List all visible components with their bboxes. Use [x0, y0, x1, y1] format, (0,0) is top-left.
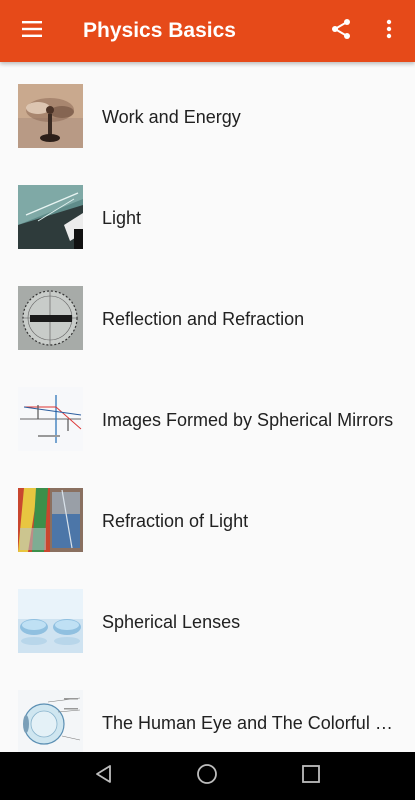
- list-item[interactable]: Light: [0, 163, 415, 264]
- menu-button[interactable]: [6, 0, 58, 62]
- list-item[interactable]: Reflection and Refraction: [0, 264, 415, 365]
- glass-water-thumbnail: [18, 488, 83, 552]
- protractor-block-thumbnail: [18, 286, 83, 350]
- menu-icon: [20, 17, 44, 46]
- item-label: The Human Eye and The Colorful World: [102, 713, 402, 733]
- screen: Physics Basics Work and Energy Light Ref…: [0, 0, 415, 800]
- home-icon: [195, 762, 219, 791]
- item-label: Spherical Lenses: [102, 612, 241, 632]
- list-item[interactable]: Refraction of Light: [0, 466, 415, 567]
- back-icon: [93, 763, 115, 790]
- recents-button[interactable]: [281, 752, 341, 800]
- ray-diagram-thumbnail: [18, 387, 83, 451]
- item-label: Reflection and Refraction: [102, 309, 305, 329]
- list-item[interactable]: Spherical Lenses: [0, 567, 415, 668]
- app-bar: Physics Basics: [0, 0, 415, 62]
- fan-thumbnail: [18, 84, 83, 148]
- item-label: Work and Energy: [102, 107, 241, 127]
- contact-lenses-thumbnail: [18, 589, 83, 653]
- glass-slab-light-thumbnail: [18, 185, 83, 249]
- recents-icon: [300, 763, 322, 790]
- more-vert-icon: [377, 17, 401, 46]
- topic-list: Work and Energy Light Reflection and Ref…: [0, 62, 415, 752]
- list-item[interactable]: Images Formed by Spherical Mirrors: [0, 365, 415, 466]
- more-options-button[interactable]: [366, 0, 412, 62]
- item-label: Light: [102, 208, 142, 228]
- item-label: Refraction of Light: [102, 511, 249, 531]
- share-button[interactable]: [318, 0, 364, 62]
- system-navigation-bar: [0, 752, 415, 800]
- list-item[interactable]: Work and Energy: [0, 62, 415, 163]
- item-label: Images Formed by Spherical Mirrors: [102, 410, 394, 430]
- share-icon: [329, 17, 353, 46]
- app-title: Physics Basics: [83, 19, 236, 42]
- back-button[interactable]: [74, 752, 134, 800]
- home-button[interactable]: [177, 752, 237, 800]
- eye-diagram-thumbnail: [18, 690, 83, 752]
- list-item[interactable]: The Human Eye and The Colorful World: [0, 668, 415, 752]
